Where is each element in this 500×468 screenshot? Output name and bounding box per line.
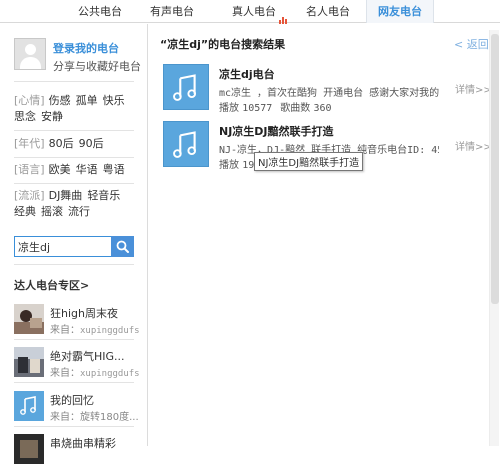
music-note-icon [14,391,44,421]
divider [14,382,134,383]
tag-link[interactable]: 快乐 [103,94,125,107]
expert-from: 来自：xupinggdufs [50,321,144,336]
tab-public-radio[interactable]: 公共电台 [74,0,126,23]
main-panel: “凉生dj”的电台搜索结果 < 返回 凉生dj电台 mc凉生 ，首次在酷狗 开通… [149,24,500,446]
scrollbar-thumb[interactable] [491,34,499,304]
search-input[interactable] [14,236,112,257]
tag-category: [年代] [14,137,45,150]
tag-category: [心情] [14,94,45,107]
tag-link[interactable]: DJ舞曲 [49,189,83,202]
tag-group-language: [语言] 欧美 华语 粤语 [14,162,136,178]
expert-from: 来自：旋转180度... [50,408,144,423]
list-item[interactable]: 凉生dj电台 mc凉生 ，首次在酷狗 开通电台 感谢大家对我的... 播放 10… [163,64,493,114]
tag-category: [流派] [14,189,45,202]
tag-link[interactable]: 孤单 [76,94,98,107]
tag-group-genre: [流派] DJ舞曲 轻音乐经典 摇滚 流行 [14,188,136,220]
tag-link[interactable]: 摇滚 [41,205,63,218]
tag-link[interactable]: 流行 [68,205,90,218]
tag-link[interactable]: 华语 [76,163,98,176]
scrollbar[interactable] [489,30,499,446]
tab-live-radio-label: 真人电台 [232,5,276,18]
expert-from-label: 来自： [50,325,80,336]
plays-label: 播放 [219,103,239,114]
expert-thumb-image [14,434,44,464]
detail-link[interactable]: 详情>> [455,81,492,96]
expert-from: 来自：xupinggdufs [50,364,144,379]
search-icon [116,240,129,253]
login-desc: 分享与收藏好电台 [53,60,141,73]
expert-thumb-image [14,304,44,334]
expert-from-label: 来自： [50,412,80,423]
songs-count: 360 [313,103,332,114]
expert-from-label: 来自： [50,368,80,379]
avatar-head-shape [25,44,36,55]
result-stats: 播放 10577 歌曲数 360 [219,99,340,114]
list-item[interactable]: 串烧曲串精彩 [14,434,144,468]
expert-from-value: xupinggdufs [80,369,140,379]
avatar[interactable] [14,38,46,70]
songs-label: 歌曲数 [280,103,311,114]
back-link[interactable]: < 返回 [454,36,489,52]
tag-link[interactable]: 安静 [41,110,63,123]
divider [14,339,134,340]
divider [14,157,134,158]
plays-count: 10577 [242,103,273,114]
list-item[interactable]: 我的回忆 来自：旋转180度... [14,391,144,425]
search-button[interactable] [111,236,134,257]
tag-group-era: [年代] 80后 90后 [14,136,136,152]
page-title: “凉生dj”的电台搜索结果 [160,38,286,51]
result-desc: mc凉生 ，首次在酷狗 开通电台 感谢大家对我的... [219,88,439,99]
divider [14,183,134,184]
tag-link[interactable]: 80后 [49,137,74,150]
tooltip: NJ凉生DJ黯然联手打造 [254,152,364,171]
tab-celebrity-radio[interactable]: 名人电台 [302,0,354,23]
detail-link[interactable]: 详情>> [455,138,492,153]
divider [14,426,134,427]
result-name[interactable]: NJ凉生DJ黯然联手打造 [219,123,334,139]
tag-link[interactable]: 思念 [14,110,36,123]
tag-link[interactable]: 粤语 [103,163,125,176]
expert-name[interactable]: 我的回忆 [50,392,144,408]
expert-section-title[interactable]: 达人电台专区> [14,277,89,293]
avatar-body-shape [20,57,41,69]
divider [14,130,134,131]
expert-from-value: 旋转180度... [80,412,139,423]
chart-bars-icon [279,1,288,24]
tag-link[interactable]: 90后 [79,137,104,150]
result-name[interactable]: 凉生dj电台 [219,66,275,82]
tag-category: [语言] [14,163,45,176]
expert-thumb-image [14,347,44,377]
top-nav: 公共电台 有声电台 真人电台 名人电台 网友电台 [0,0,500,24]
divider [14,81,134,82]
expert-from-value: xupinggdufs [80,326,140,336]
sidebar: 登录我的电台 分享与收藏好电台 [心情] 伤感 孤单 快乐思念 安静 [年代] 80后 90… [0,24,148,464]
tab-live-radio[interactable]: 真人电台 [225,0,295,24]
tag-link[interactable]: 欧美 [49,163,71,176]
expert-name[interactable]: 狂high周末夜 [50,305,144,321]
tag-link[interactable]: 伤感 [49,94,71,107]
list-item[interactable]: 绝对霸气HIG... 来自：xupinggdufs [14,347,144,381]
tag-group-mood: [心情] 伤感 孤单 快乐思念 安静 [14,93,136,125]
plays-count: 19 [242,160,255,171]
tag-link[interactable]: 轻音乐 [87,189,120,202]
plays-label: 播放 [219,160,239,171]
list-item[interactable]: 狂high周末夜 来自：xupinggdufs [14,304,144,338]
tab-audio-radio[interactable]: 有声电台 [146,0,198,23]
music-note-icon [163,121,209,167]
expert-name[interactable]: 串烧曲串精彩 [50,435,144,451]
login-link[interactable]: 登录我的电台 [53,40,119,56]
divider [14,264,134,265]
tag-link[interactable]: 经典 [14,205,36,218]
music-note-icon [163,64,209,110]
expert-name[interactable]: 绝对霸气HIG... [50,348,144,364]
tab-user-radio[interactable]: 网友电台 [366,0,434,23]
